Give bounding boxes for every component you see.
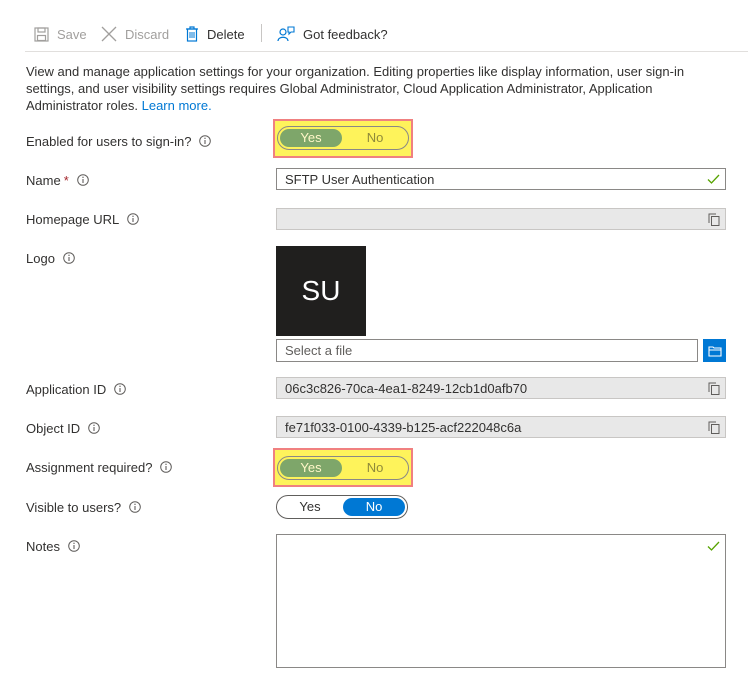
copy-icon[interactable] (708, 382, 720, 395)
name-label: Name (26, 172, 61, 188)
app-id-label: Application ID (26, 381, 107, 397)
save-label: Save (57, 26, 87, 42)
folder-icon (707, 345, 722, 357)
trash-icon (186, 26, 198, 42)
info-icon[interactable] (68, 540, 80, 552)
discard-label: Discard (125, 26, 170, 42)
notes-label: Notes (26, 538, 60, 554)
toggle-option-no[interactable]: No (344, 459, 406, 477)
enabled-signin-label-row: Enabled for users to sign-in? (26, 131, 212, 151)
command-bar: Save Discard Delete Got feedback? (0, 0, 748, 52)
toggle-option-yes[interactable]: Yes (280, 129, 342, 147)
toggle-option-no[interactable]: No (344, 129, 406, 147)
visible-to-users-toggle[interactable]: Yes No (276, 495, 408, 519)
info-icon[interactable] (127, 213, 140, 225)
visible-label-row: Visible to users? (26, 497, 141, 517)
required-marker: * (63, 172, 69, 188)
file-placeholder: Select a file (285, 343, 353, 358)
save-button[interactable]: Save (34, 22, 87, 46)
toggle-option-yes[interactable]: Yes (279, 498, 341, 516)
feedback-button[interactable]: Got feedback? (277, 22, 388, 46)
toggle-option-no[interactable]: No (343, 498, 405, 516)
feedback-label: Got feedback? (303, 26, 388, 42)
homepage-label: Homepage URL (26, 211, 120, 227)
name-input[interactable]: SFTP User Authentication (276, 168, 726, 190)
info-icon[interactable] (114, 383, 127, 395)
logo-label-row: Logo (26, 248, 75, 268)
object-id-label: Object ID (26, 420, 81, 436)
app-id-label-row: Application ID (26, 379, 127, 399)
assignment-label-row: Assignment required? (26, 457, 173, 477)
browse-file-button[interactable] (703, 339, 726, 362)
notes-label-row: Notes (26, 536, 80, 556)
feedback-person-icon (277, 26, 295, 42)
visible-label: Visible to users? (26, 499, 122, 515)
copy-icon[interactable] (708, 421, 720, 434)
file-select-input[interactable]: Select a file (276, 339, 698, 362)
toolbar-divider-line (25, 51, 748, 52)
delete-label: Delete (207, 26, 245, 42)
homepage-url-field[interactable] (276, 208, 726, 230)
object-id-label-row: Object ID (26, 418, 100, 438)
description-text: View and manage application settings for… (26, 64, 685, 113)
info-icon[interactable] (88, 422, 100, 434)
object-id-value: fe71f033-0100-4339-b125-acf222048c6a (285, 420, 522, 435)
learn-more-link[interactable]: Learn more. (142, 98, 212, 113)
copy-icon[interactable] (708, 213, 720, 226)
toolbar-divider (261, 24, 262, 42)
delete-button[interactable]: Delete (185, 22, 245, 46)
notes-textarea[interactable] (276, 534, 726, 668)
assignment-label: Assignment required? (26, 459, 153, 475)
homepage-label-row: Homepage URL (26, 209, 140, 229)
application-id-value: 06c3c826-70ca-4ea1-8249-12cb1d0afb70 (285, 381, 528, 396)
check-icon (707, 541, 720, 551)
discard-x-icon (101, 26, 117, 42)
object-id-field[interactable]: fe71f033-0100-4339-b125-acf222048c6a (276, 416, 726, 438)
logo-initials: SU (301, 275, 341, 306)
application-id-field[interactable]: 06c3c826-70ca-4ea1-8249-12cb1d0afb70 (276, 377, 726, 399)
check-icon (707, 174, 720, 184)
assignment-required-toggle[interactable]: Yes No (277, 456, 409, 480)
highlight-enabled-signin: Yes No (273, 119, 413, 158)
discard-button[interactable]: Discard (101, 22, 169, 46)
enabled-signin-label: Enabled for users to sign-in? (26, 133, 192, 149)
info-icon[interactable] (129, 501, 141, 513)
save-icon (34, 26, 49, 42)
toggle-option-yes[interactable]: Yes (280, 459, 342, 477)
highlight-assignment: Yes No (273, 448, 413, 487)
info-icon[interactable] (199, 135, 212, 147)
logo-image: SU (276, 246, 366, 336)
page-description: View and manage application settings for… (26, 63, 716, 114)
enabled-signin-toggle[interactable]: Yes No (277, 126, 409, 150)
logo-label: Logo (26, 250, 55, 266)
name-value: SFTP User Authentication (285, 172, 435, 187)
info-icon[interactable] (76, 174, 89, 186)
info-icon[interactable] (63, 252, 75, 264)
info-icon[interactable] (160, 461, 173, 473)
name-label-row: Name * (26, 170, 89, 190)
